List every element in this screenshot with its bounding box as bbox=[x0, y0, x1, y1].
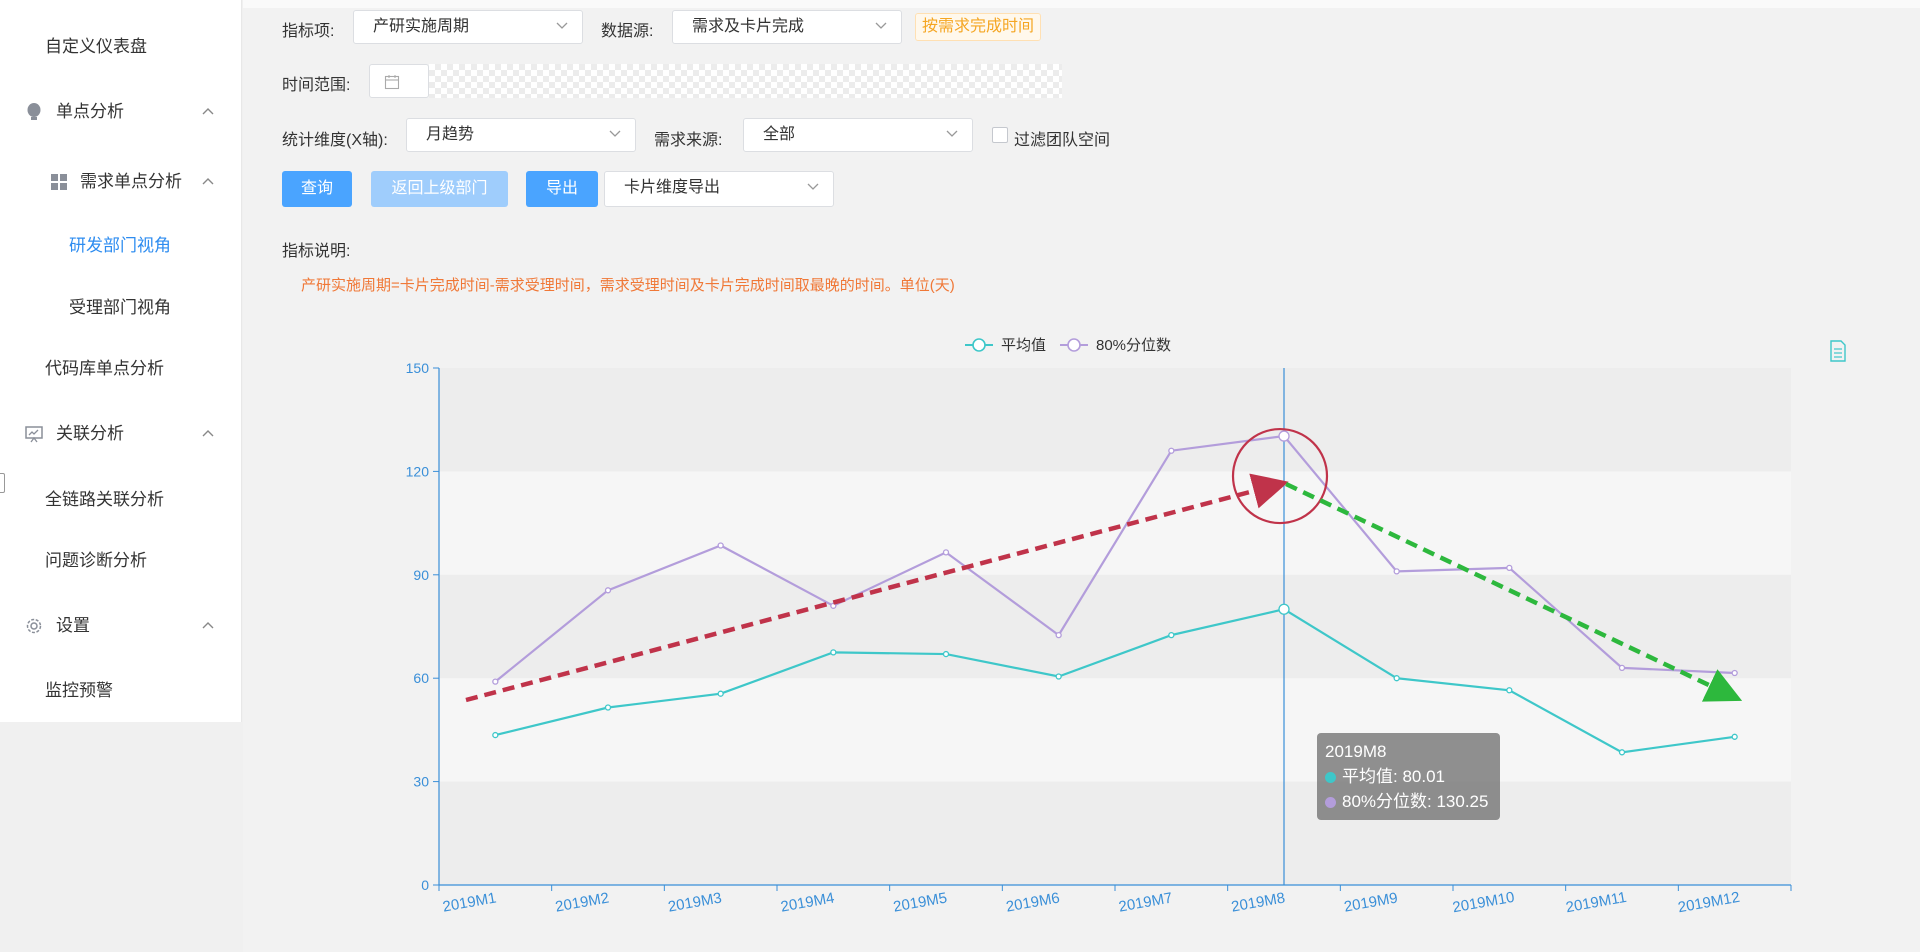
trend-chart: 0 30 60 90 120 150 2019M1 2019M2 2019M3 2019M4 20… bbox=[406, 337, 1792, 917]
data-point-p80[interactable] bbox=[1393, 568, 1400, 575]
x-tick-label: 2019M10 bbox=[1451, 889, 1516, 917]
legend-marker-avg[interactable] bbox=[972, 338, 986, 352]
data-point-avg[interactable] bbox=[1506, 687, 1513, 694]
y-tick-label: 0 bbox=[421, 877, 429, 893]
data-point-p80[interactable] bbox=[1618, 664, 1626, 672]
data-point-avg[interactable] bbox=[1168, 631, 1175, 639]
tooltip-value-avg: 平均值: 80.01 bbox=[1342, 767, 1445, 786]
y-tick-label: 30 bbox=[413, 774, 429, 790]
y-tick-label: 90 bbox=[413, 567, 429, 583]
x-tick-label: 2019M7 bbox=[1117, 889, 1173, 915]
tooltip-row-p80: 80%分位数: 130.25 bbox=[1325, 789, 1492, 814]
data-point-p80[interactable] bbox=[942, 549, 950, 556]
x-tick-label: 2019M2 bbox=[554, 889, 610, 915]
x-tick-label: 2019M12 bbox=[1677, 889, 1742, 917]
grid-band bbox=[439, 678, 1791, 782]
x-tick-label: 2019M1 bbox=[441, 889, 497, 915]
data-point-p80[interactable] bbox=[717, 542, 724, 549]
x-tick-label: 2019M9 bbox=[1343, 889, 1399, 915]
tooltip-value-p80: 80%分位数: 130.25 bbox=[1342, 792, 1489, 811]
data-point-avg[interactable] bbox=[717, 690, 724, 697]
tooltip-dot-p80 bbox=[1325, 797, 1336, 808]
data-point-avg[interactable] bbox=[942, 650, 950, 658]
data-point-avg[interactable] bbox=[492, 731, 499, 739]
data-point-avg[interactable] bbox=[604, 704, 612, 711]
tooltip-dot-avg bbox=[1325, 772, 1336, 783]
legend-marker-p80[interactable] bbox=[1067, 338, 1081, 352]
y-tick-label: 60 bbox=[413, 670, 429, 686]
data-point-p80[interactable] bbox=[1168, 447, 1175, 454]
grid-band bbox=[439, 368, 1791, 472]
data-point-avg[interactable] bbox=[1055, 673, 1062, 680]
x-tick-label: 2019M3 bbox=[667, 889, 723, 915]
tooltip-row-avg: 平均值: 80.01 bbox=[1325, 764, 1492, 789]
data-point-avg[interactable] bbox=[1731, 733, 1738, 740]
legend-label-p80[interactable]: 80%分位数 bbox=[1096, 337, 1171, 354]
data-point-p80[interactable] bbox=[1731, 669, 1738, 677]
x-tick-label: 2019M4 bbox=[779, 889, 835, 915]
grid-band bbox=[439, 781, 1791, 885]
data-point-p80[interactable] bbox=[1506, 564, 1513, 572]
data-point-avg[interactable] bbox=[1393, 675, 1400, 682]
x-tick-label: 2019M11 bbox=[1564, 889, 1627, 916]
data-view-icon[interactable] bbox=[1829, 340, 1847, 362]
data-point-p80[interactable] bbox=[604, 587, 612, 594]
chart-tooltip: 2019M8 平均值: 80.01 80%分位数: 130.25 bbox=[1317, 733, 1500, 820]
tooltip-category: 2019M8 bbox=[1325, 742, 1387, 761]
x-tick-label: 2019M8 bbox=[1230, 889, 1286, 915]
legend-label-avg[interactable]: 平均值 bbox=[1001, 337, 1046, 354]
data-point-p80[interactable] bbox=[1055, 631, 1062, 639]
x-tick-label: 2019M5 bbox=[892, 889, 948, 915]
x-tick-label: 2019M6 bbox=[1005, 889, 1061, 915]
data-point-avg[interactable] bbox=[1618, 749, 1626, 756]
grid-band bbox=[439, 471, 1791, 575]
data-point-avg[interactable] bbox=[1278, 603, 1290, 615]
data-point-p80[interactable] bbox=[1278, 430, 1290, 442]
data-point-avg[interactable] bbox=[830, 649, 837, 656]
y-tick-label: 150 bbox=[406, 360, 430, 376]
data-point-p80[interactable] bbox=[492, 678, 499, 685]
y-tick-label: 120 bbox=[406, 463, 430, 479]
